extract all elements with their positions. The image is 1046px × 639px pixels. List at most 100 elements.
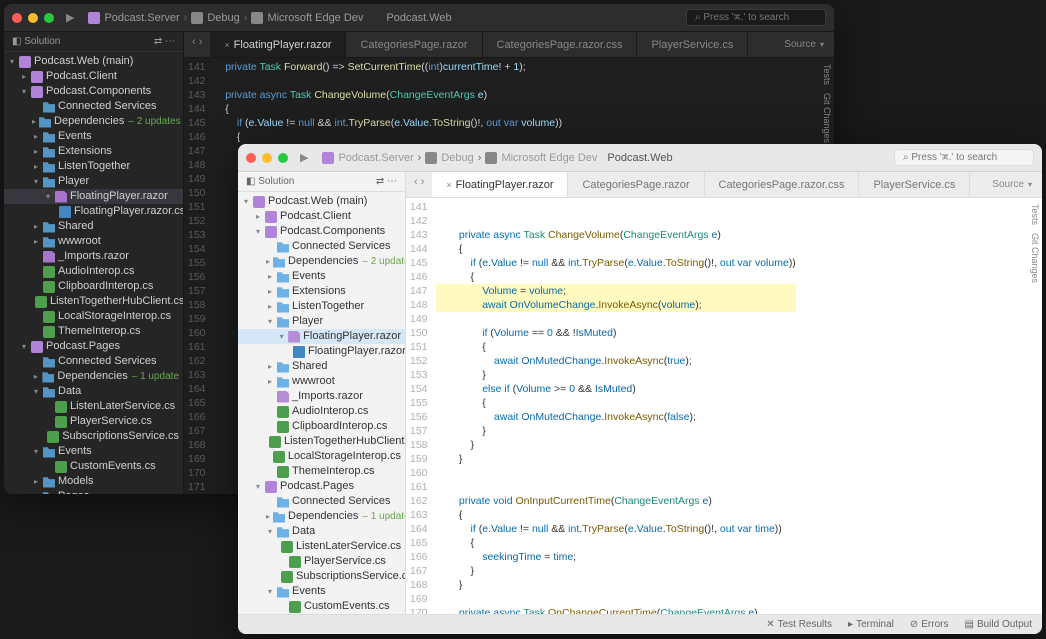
right-gutter[interactable]: Tests Git Changes: [1028, 198, 1042, 614]
tree-node[interactable]: _Imports.razor: [238, 389, 405, 404]
twisty-icon[interactable]: ▸: [266, 510, 270, 523]
play-icon[interactable]: ▶: [66, 11, 74, 24]
code-line[interactable]: {: [436, 396, 796, 410]
play-icon[interactable]: ▶: [300, 151, 308, 164]
tree-node[interactable]: ▸ListenTogether: [238, 299, 405, 314]
code-line[interactable]: await OnVolumeChange.InvokeAsync(volume)…: [436, 298, 796, 312]
code-line[interactable]: Volume = volume;: [436, 284, 796, 298]
editor-tab[interactable]: ×FloatingPlayer.razor: [210, 32, 346, 57]
tree-node[interactable]: ▾Data: [238, 524, 405, 539]
gutter-tab[interactable]: Git Changes: [1030, 233, 1040, 283]
gutter-tab[interactable]: Tests: [822, 64, 832, 85]
code-line[interactable]: [214, 74, 563, 88]
gutter-tab[interactable]: Tests: [1030, 204, 1040, 225]
code-line[interactable]: [436, 480, 796, 494]
tree-node[interactable]: ▸wwwroot: [4, 234, 183, 249]
tree-node[interactable]: ▸Shared: [4, 219, 183, 234]
twisty-icon[interactable]: ▸: [266, 300, 274, 313]
twisty-icon[interactable]: ▾: [278, 330, 285, 343]
code-line[interactable]: private async Task ChangeVolume(ChangeEv…: [214, 88, 563, 102]
twisty-icon[interactable]: ▸: [32, 115, 36, 128]
code-line[interactable]: {: [436, 508, 796, 522]
twisty-icon[interactable]: ▾: [266, 525, 274, 538]
tree-node[interactable]: ▾Player: [238, 314, 405, 329]
breadcrumb-item[interactable]: Microsoft Edge Dev: [267, 12, 363, 24]
search-input[interactable]: ⌕ Press '⌘.' to search: [686, 9, 826, 26]
solution-tree[interactable]: ▾Podcast.Web (main)▸Podcast.Client▾Podca…: [4, 52, 183, 494]
tree-node[interactable]: ▸Podcast.Client: [238, 209, 405, 224]
tree-node[interactable]: Connected Services: [4, 99, 183, 114]
tree-node[interactable]: ▸Models: [4, 474, 183, 489]
tree-node[interactable]: ▸Extensions: [238, 284, 405, 299]
code-line[interactable]: }: [436, 578, 796, 592]
twisty-icon[interactable]: ▸: [20, 70, 28, 83]
editor-tabs[interactable]: ‹ ›×FloatingPlayer.razorCategoriesPage.r…: [406, 172, 1042, 198]
tree-node[interactable]: ▸Podcast.Client: [4, 69, 183, 84]
tree-node[interactable]: AudioInterop.cs: [238, 404, 405, 419]
code-line[interactable]: [436, 200, 796, 214]
tree-node[interactable]: ▸Events: [238, 269, 405, 284]
sidebar-menu-icon[interactable]: ⇄ ⋯: [376, 176, 397, 187]
tree-node[interactable]: FloatingPlayer.razor.css: [4, 204, 183, 219]
source-selector[interactable]: Source▾: [774, 32, 834, 57]
tree-node[interactable]: CustomEvents.cs: [238, 599, 405, 614]
tree-node[interactable]: Connected Services: [4, 354, 183, 369]
tree-node[interactable]: ListenLaterService.cs: [4, 399, 183, 414]
code-line[interactable]: }: [436, 564, 796, 578]
status-item[interactable]: ⊘ Errors: [910, 619, 949, 630]
tree-node[interactable]: ThemeInterop.cs: [4, 324, 183, 339]
source-selector[interactable]: Source▾: [982, 172, 1042, 197]
close-tab-icon[interactable]: ×: [224, 40, 229, 50]
tree-node[interactable]: LocalStorageInterop.cs: [4, 309, 183, 324]
tree-node[interactable]: ▾Player: [4, 174, 183, 189]
tree-node[interactable]: LocalStorageInterop.cs: [238, 449, 405, 464]
code-line[interactable]: private void OnInputCurrentTime(ChangeEv…: [436, 494, 796, 508]
tree-node[interactable]: ▾Podcast.Pages: [4, 339, 183, 354]
twisty-icon[interactable]: ▾: [254, 225, 262, 238]
code-line[interactable]: }: [436, 438, 796, 452]
code-line[interactable]: [436, 312, 796, 326]
gutter-tab[interactable]: Git Changes: [822, 93, 832, 143]
tree-node[interactable]: SubscriptionsService.cs: [4, 429, 183, 444]
tree-node[interactable]: ClipboardInterop.cs: [238, 419, 405, 434]
editor-tabs[interactable]: ‹ ›×FloatingPlayer.razorCategoriesPage.r…: [184, 32, 834, 58]
editor-tab[interactable]: CategoriesPage.razor: [568, 172, 704, 197]
breadcrumb[interactable]: Podcast.Server›Debug›Microsoft Edge Dev: [88, 12, 363, 24]
close-tab-icon[interactable]: ×: [446, 180, 451, 190]
statusbar[interactable]: ✕ Test Results▸ Terminal⊘ Errors▤ Build …: [238, 614, 1042, 634]
twisty-icon[interactable]: ▾: [8, 55, 16, 68]
tree-node[interactable]: ▸Extensions: [4, 144, 183, 159]
tree-node[interactable]: ▾Podcast.Pages: [238, 479, 405, 494]
twisty-icon[interactable]: ▸: [32, 145, 40, 158]
breadcrumb-item[interactable]: Microsoft Edge Dev: [501, 152, 597, 164]
editor-tab[interactable]: PlayerService.cs: [859, 172, 970, 197]
twisty-icon[interactable]: ▾: [32, 175, 40, 188]
tree-node[interactable]: CustomEvents.cs: [4, 459, 183, 474]
code-line[interactable]: private Task Forward() => SetCurrentTime…: [214, 60, 563, 74]
status-item[interactable]: ✕ Test Results: [766, 619, 832, 630]
tree-node[interactable]: ▸Events: [4, 129, 183, 144]
twisty-icon[interactable]: ▾: [44, 190, 52, 203]
tree-node[interactable]: _Imports.razor: [4, 249, 183, 264]
tree-node[interactable]: ListenTogetherHubClient.cs: [4, 294, 183, 309]
tree-node[interactable]: ▸Dependencies– 1 update: [4, 369, 183, 384]
tree-node[interactable]: ▾Events: [4, 444, 183, 459]
tree-node[interactable]: ▾Podcast.Components: [4, 84, 183, 99]
twisty-icon[interactable]: ▾: [32, 385, 40, 398]
twisty-icon[interactable]: ▸: [32, 235, 40, 248]
code-line[interactable]: await OnMutedChange.InvokeAsync(true);: [436, 354, 796, 368]
twisty-icon[interactable]: ▾: [242, 195, 250, 208]
status-item[interactable]: ▤ Build Output: [965, 619, 1033, 630]
code-line[interactable]: [436, 592, 796, 606]
code-line[interactable]: if (e.Value != null && int.TryParse(e.Va…: [436, 256, 796, 270]
twisty-icon[interactable]: ▾: [266, 315, 274, 328]
editor-tab[interactable]: CategoriesPage.razor.css: [705, 172, 860, 197]
code-line[interactable]: if (e.Value != null && int.TryParse(e.Va…: [214, 116, 563, 130]
code-line[interactable]: if (e.Value != null && int.TryParse(e.Va…: [436, 522, 796, 536]
editor-tab[interactable]: PlayerService.cs: [637, 32, 748, 57]
tree-node[interactable]: ▸wwwroot: [238, 374, 405, 389]
code-line[interactable]: {: [436, 536, 796, 550]
tree-node[interactable]: ▾FloatingPlayer.razor: [4, 189, 183, 204]
code-line[interactable]: await OnMutedChange.InvokeAsync(false);: [436, 410, 796, 424]
twisty-icon[interactable]: ▾: [20, 85, 28, 98]
